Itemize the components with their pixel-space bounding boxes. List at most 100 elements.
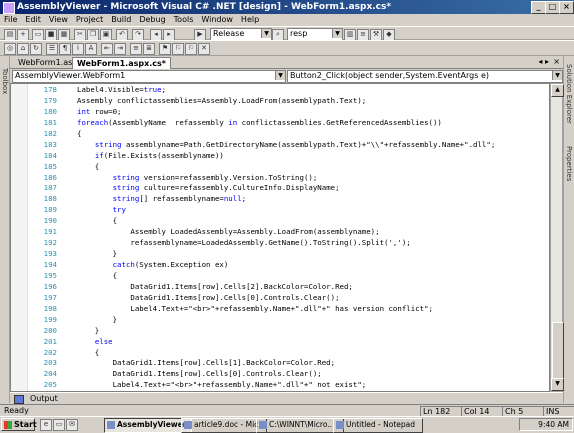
chevron-down-icon: ▼ (261, 29, 271, 38)
code-text: { (77, 161, 100, 171)
menu-tools[interactable]: Tools (170, 14, 198, 26)
decrease-indent-icon[interactable]: ⇤ (101, 43, 113, 55)
start-button[interactable]: Start (1, 418, 37, 431)
parameter-info-icon[interactable]: ¶ (59, 43, 71, 55)
minimize-button[interactable]: _ (531, 1, 546, 14)
toolbox-label[interactable]: Toolbox (1, 68, 9, 94)
text-editor-toolbar: ◎ ⌂ ↻ ☰ ¶ i A ⇤ ⇥ ≡ ≣ ⚑ ⚐ ⚐ ✕ (0, 40, 574, 56)
code-line[interactable]: 179 Assembly conflictassemblies=Assembly.… (27, 96, 549, 107)
line-number: 187 (43, 183, 57, 193)
scroll-up-icon[interactable]: ▲ (551, 84, 564, 97)
menu-project[interactable]: Project (72, 14, 107, 26)
word-complete-icon[interactable]: A (85, 43, 97, 55)
line-number: 200 (43, 325, 57, 335)
line-number: 201 (43, 336, 57, 346)
member-combo[interactable]: Button2_Click(object sender,System.Event… (287, 70, 563, 83)
line-number: 181 (43, 117, 57, 127)
menu-window[interactable]: Window (197, 14, 237, 26)
list-members-icon[interactable]: ☰ (46, 43, 58, 55)
code-line[interactable]: 205 Label4.Text+="<br>"+refassembly.Name… (27, 380, 549, 391)
menu-debug[interactable]: Debug (135, 14, 169, 26)
close-tab-icon[interactable]: × (553, 57, 560, 66)
class-combo-value: AssemblyViewer.WebForm1 (15, 71, 126, 80)
code-line[interactable]: 202 { (27, 348, 549, 359)
menu-edit[interactable]: Edit (21, 14, 45, 26)
web-icon[interactable]: ◎ (4, 43, 16, 55)
code-line[interactable]: 191 Assembly LoadedAssembly=Assembly.Loa… (27, 227, 549, 238)
code-line[interactable]: 200 } (27, 326, 549, 337)
app-icon (3, 2, 15, 14)
line-number: 203 (43, 358, 57, 368)
menu-file[interactable]: File (0, 14, 21, 26)
quick-launch-outlook-icon[interactable]: ✉ (66, 419, 78, 431)
tab-scroll-icon[interactable]: ◂ ▸ (538, 57, 549, 66)
refresh-icon[interactable]: ↻ (30, 43, 42, 55)
bookmark-clear-icon[interactable]: ✕ (198, 43, 210, 55)
code-line[interactable]: 193 } (27, 249, 549, 260)
title-bar: AssemblyViewer - Microsoft Visual C# .NE… (0, 0, 574, 14)
code-line[interactable]: 204 DataGrid1.Items[row].Cells[0].Contro… (27, 369, 549, 380)
menu-view[interactable]: View (45, 14, 72, 26)
code-line[interactable]: 181 foreach(AssemblyName refassembly in c… (27, 118, 549, 129)
clock[interactable]: 9:40 AM (538, 420, 569, 429)
bookmark-toggle-icon[interactable]: ⚑ (159, 43, 171, 55)
bookmark-next-icon[interactable]: ⚐ (172, 43, 184, 55)
line-number: 196 (43, 281, 57, 291)
code-line[interactable]: 194 catch(System.Exception ex) (27, 260, 549, 271)
code-line[interactable]: 199 } (27, 315, 549, 326)
increase-indent-icon[interactable]: ⇥ (114, 43, 126, 55)
code-text: string culture=refassembly.CultureInfo.D… (112, 183, 340, 193)
quick-launch-desktop-icon[interactable]: ▭ (53, 419, 65, 431)
code-text: DataGrid1.Items[row].Cells[0].Controls.C… (77, 292, 340, 302)
comment-icon[interactable]: ≡ (130, 43, 142, 55)
code-line[interactable]: 187 string culture=refassembly.CultureIn… (27, 183, 549, 194)
code-line[interactable]: 184 if(File.Exists(assemblyname)) (27, 151, 549, 162)
code-area[interactable]: 178 Label4.Visible=true; 179 Assembly confl… (27, 85, 549, 391)
quick-info-icon[interactable]: i (72, 43, 84, 55)
line-number: 182 (43, 128, 57, 138)
line-number: 189 (43, 205, 57, 215)
code-line[interactable]: 198 Label4.Text+="<br>"+refassembly.Name… (27, 304, 549, 315)
maximize-button[interactable]: □ (545, 1, 560, 14)
code-line[interactable]: 203 DataGrid1.Items[row].Cells[1].BackCo… (27, 358, 549, 369)
code-line[interactable]: 178 Label4.Visible=true; (27, 85, 549, 96)
code-line[interactable]: 196 DataGrid1.Items[row].Cells[2].BackCo… (27, 282, 549, 293)
editor-gutter[interactable] (11, 84, 28, 391)
menu-build[interactable]: Build (107, 14, 135, 26)
code-line[interactable]: 197 DataGrid1.Items[row].Cells[0].Contro… (27, 293, 549, 304)
toolbox-strip[interactable]: Toolbox (0, 56, 10, 403)
code-line[interactable]: 192 refassemblyname=LoadedAssembly.GetNa… (27, 238, 549, 249)
code-text: DataGrid1.Items[row].Cells[1].BackColor=… (77, 358, 336, 368)
code-text: Label4.Text+="<br>"+refassembly.Name+".d… (77, 303, 433, 313)
scroll-thumb[interactable] (552, 322, 564, 379)
taskbar: Start e ▭ ✉ AssemblyViewer... article9.d… (0, 416, 574, 433)
code-line[interactable]: 185 { (27, 162, 549, 173)
code-line[interactable]: 201 else (27, 337, 549, 348)
solution-explorer-tab[interactable]: Solution Explorer (565, 64, 573, 124)
code-line[interactable]: 188 string[] refassemblyname=null; (27, 194, 549, 205)
code-line[interactable]: 186 string version=refassembly.Version.T… (27, 173, 549, 184)
code-line[interactable]: 180 int row=0; (27, 107, 549, 118)
code-line[interactable]: 195 { (27, 271, 549, 282)
code-text: { (77, 216, 118, 226)
close-button[interactable]: × (559, 1, 574, 14)
scroll-down-icon[interactable]: ▼ (551, 378, 564, 391)
line-number: 195 (43, 270, 57, 280)
class-combo[interactable]: AssemblyViewer.WebForm1 ▼ (12, 70, 286, 83)
code-line[interactable]: 190 { (27, 216, 549, 227)
code-line[interactable]: 183 string assemblyname=Path.GetDirector… (27, 140, 549, 151)
quick-launch-ie-icon[interactable]: e (40, 419, 52, 431)
menu-help[interactable]: Help (237, 14, 263, 26)
uncomment-icon[interactable]: ≣ (143, 43, 155, 55)
line-number: 186 (43, 172, 57, 182)
properties-tab[interactable]: Properties (565, 146, 573, 181)
standard-toolbar: ▤ + ▭ ■ ▦ ✂ ❐ ▣ ↶ ↷ ◂ ▸ ▶ Release ▼ ⌕ re… (0, 26, 574, 41)
code-line[interactable]: 182 { (27, 129, 549, 140)
bookmark-prev-icon[interactable]: ⚐ (185, 43, 197, 55)
code-line[interactable]: 189 try (27, 205, 549, 216)
line-number: 183 (43, 139, 57, 149)
home-icon[interactable]: ⌂ (17, 43, 29, 55)
line-number: 185 (43, 161, 57, 171)
editor-vertical-scrollbar[interactable]: ▲ ▼ (550, 83, 564, 392)
code-editor[interactable]: 178 Label4.Visible=true; 179 Assembly confl… (10, 83, 550, 392)
